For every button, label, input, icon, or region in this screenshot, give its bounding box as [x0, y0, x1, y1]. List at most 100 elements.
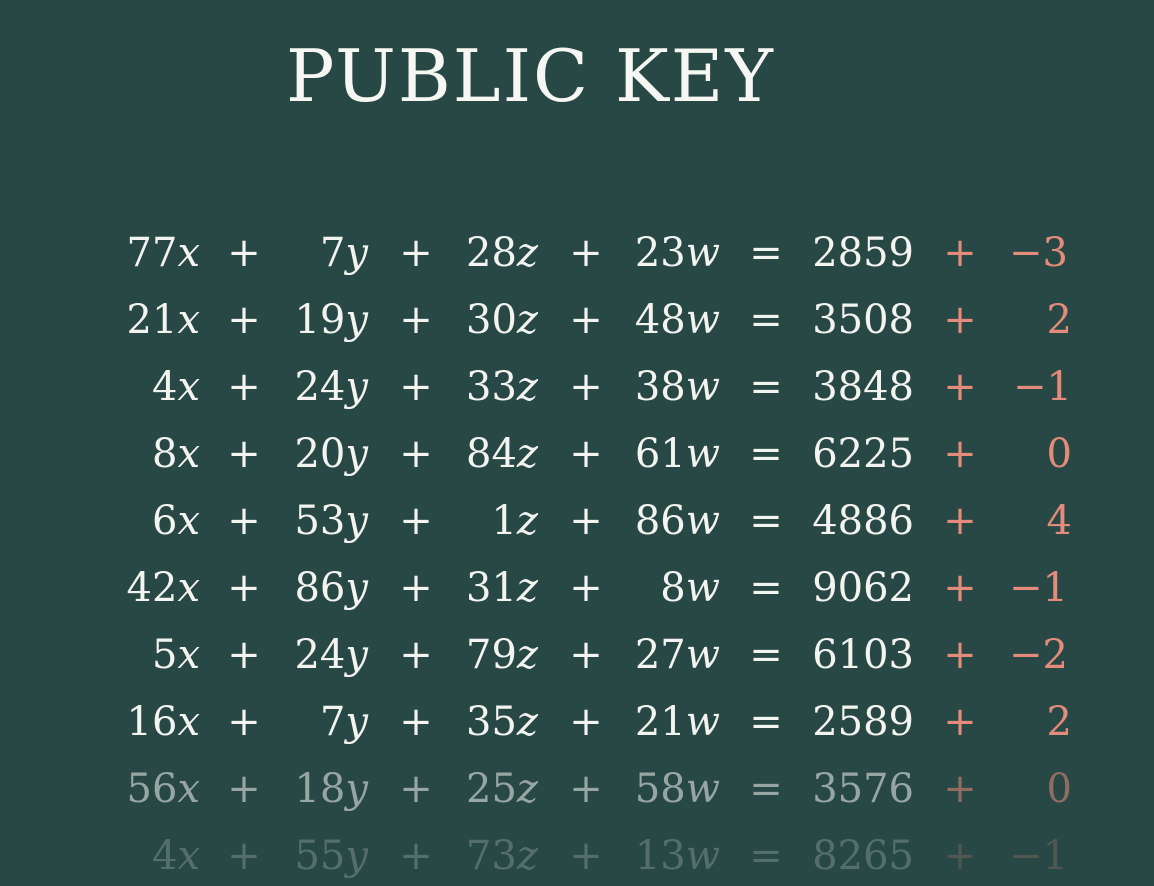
equals-sign: =	[749, 833, 783, 879]
coefficient: 55	[294, 833, 346, 879]
variable: y	[345, 833, 368, 879]
variable: z	[516, 297, 538, 343]
noise-plus-sign: +	[943, 565, 977, 611]
coefficient: 5	[151, 632, 178, 678]
variable: y	[345, 498, 368, 544]
noise-value: −1	[1009, 833, 1068, 879]
variable: x	[177, 230, 200, 276]
noise-plus-sign: +	[943, 699, 977, 745]
coefficient: 38	[634, 364, 686, 410]
coefficient: 61	[634, 431, 686, 477]
coefficient: 42	[126, 565, 178, 611]
term-z: 31z	[428, 558, 538, 618]
equation-row: 21x +19y +30z +48w = 3508 +2	[0, 290, 1154, 350]
plus-sign: +	[569, 632, 603, 678]
coefficient: 24	[294, 632, 346, 678]
plus-sign: +	[569, 431, 603, 477]
term-w: 21w	[610, 692, 720, 752]
term-z: 79z	[428, 625, 538, 685]
term-z: 28z	[428, 223, 538, 283]
equation-row: 5x +24y +79z +27w = 6103 + −2	[0, 625, 1154, 685]
term-x: 21x	[90, 290, 200, 350]
coefficient: 8	[660, 565, 686, 611]
term-w: 58w	[610, 759, 720, 819]
equation-row: 16x +7y +35z +21w = 2589 +2	[0, 692, 1154, 752]
coefficient: 4	[151, 364, 178, 410]
term-z: 35z	[428, 692, 538, 752]
noise-value: 2	[1046, 297, 1072, 343]
equals-sign: =	[749, 364, 783, 410]
plus-sign: +	[569, 565, 603, 611]
coefficient: 48	[634, 297, 686, 343]
variable: w	[685, 297, 720, 343]
coefficient: 35	[466, 699, 517, 745]
equation-row: 56x +18y +25z +58w = 3576 +0	[0, 759, 1154, 819]
term-z: 73z	[428, 826, 538, 886]
variable: z	[516, 766, 538, 812]
variable: z	[516, 364, 538, 410]
term-x: 77x	[90, 223, 200, 283]
equation-row: 4x +24y +33z +38w = 3848 + −1	[0, 357, 1154, 417]
variable: w	[685, 431, 720, 477]
coefficient: 86	[634, 498, 686, 544]
term-z: 25z	[428, 759, 538, 819]
variable: w	[685, 632, 720, 678]
equals-sign: =	[749, 699, 783, 745]
result-value: 6103	[812, 632, 914, 678]
variable: w	[685, 699, 720, 745]
coefficient: 77	[126, 230, 178, 276]
noise-plus-sign: +	[943, 364, 977, 410]
result-value: 3508	[812, 297, 914, 343]
term-y: 18y	[258, 759, 368, 819]
coefficient: 28	[466, 230, 517, 276]
term-x: 16x	[90, 692, 200, 752]
equation-list: 77x +7y +28z +23w = 2859 + −3 21x +19y +30z +48w = 35…	[0, 220, 1154, 880]
term-w: 61w	[610, 424, 720, 484]
variable: x	[177, 766, 200, 812]
plus-sign: +	[569, 766, 603, 812]
noise-value: −1	[1009, 565, 1068, 611]
equation-row: 6x +53y +1z +86w = 4886 +4	[0, 491, 1154, 551]
noise-plus-sign: +	[943, 498, 977, 544]
variable: x	[177, 565, 200, 611]
plus-sign: +	[569, 498, 603, 544]
result-value: 8265	[812, 833, 914, 879]
coefficient: 30	[466, 297, 517, 343]
variable: x	[177, 297, 200, 343]
coefficient: 7	[319, 230, 346, 276]
variable: x	[177, 431, 200, 477]
coefficient: 33	[466, 364, 517, 410]
equation-row: 77x +7y +28z +23w = 2859 + −3	[0, 223, 1154, 283]
term-w: 13w	[610, 826, 720, 886]
equals-sign: =	[749, 498, 783, 544]
coefficient: 84	[466, 431, 517, 477]
term-x: 5x	[90, 625, 200, 685]
coefficient: 58	[634, 766, 686, 812]
term-y: 19y	[258, 290, 368, 350]
variable: y	[345, 431, 368, 477]
term-z: 33z	[428, 357, 538, 417]
variable: w	[685, 498, 720, 544]
result-value: 3576	[812, 766, 914, 812]
coefficient: 23	[634, 230, 686, 276]
variable: z	[516, 431, 538, 477]
variable: y	[345, 699, 368, 745]
plus-sign: +	[569, 833, 603, 879]
variable: x	[177, 699, 200, 745]
result-value: 3848	[812, 364, 914, 410]
term-w: 27w	[610, 625, 720, 685]
variable: w	[685, 230, 720, 276]
term-x: 6x	[90, 491, 200, 551]
term-x: 4x	[90, 826, 200, 886]
equals-sign: =	[749, 766, 783, 812]
coefficient: 19	[294, 297, 346, 343]
result-value: 2859	[812, 230, 914, 276]
result-value: 4886	[812, 498, 914, 544]
noise-value: −1	[1013, 364, 1072, 410]
noise-plus-sign: +	[943, 833, 977, 879]
coefficient: 21	[634, 699, 686, 745]
coefficient: 6	[151, 498, 178, 544]
equation-row: 42x +86y +31z +8w = 9062 + −1	[0, 558, 1154, 618]
term-y: 20y	[258, 424, 368, 484]
equals-sign: =	[749, 565, 783, 611]
